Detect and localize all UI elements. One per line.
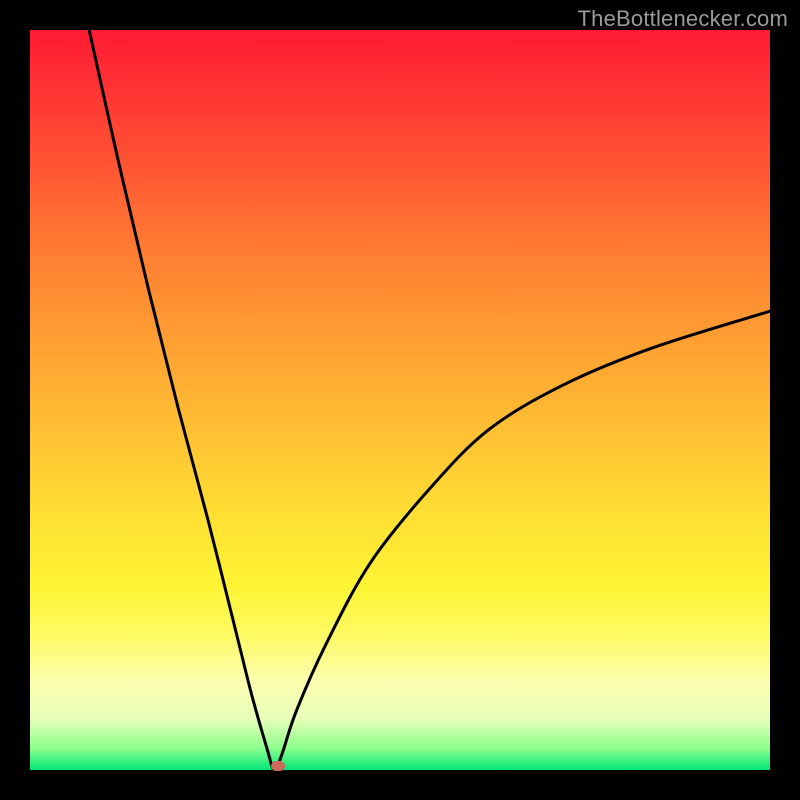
optimum-marker	[271, 761, 285, 771]
chart-frame: TheBottlenecker.com	[0, 0, 800, 800]
watermark-text: TheBottlenecker.com	[578, 6, 788, 32]
plot-area	[30, 30, 770, 770]
bottleneck-curve	[30, 30, 770, 770]
